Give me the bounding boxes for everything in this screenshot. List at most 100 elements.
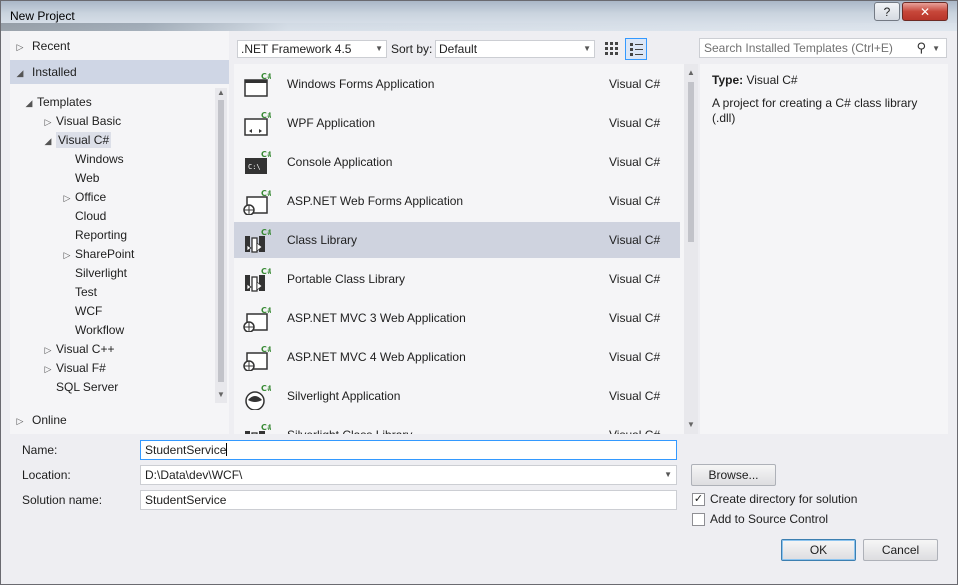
web-icon: C# xyxy=(243,345,274,372)
tree-item[interactable]: Web xyxy=(61,169,99,188)
solution-name-value: StudentService xyxy=(145,493,227,507)
tree-item[interactable]: Cloud xyxy=(61,207,106,226)
class-library-icon: C# xyxy=(243,423,274,434)
tree-item[interactable]: ▷ Visual C++ xyxy=(42,340,115,360)
collapse-arrow-icon[interactable]: ◢ xyxy=(42,132,54,151)
tree-item[interactable]: ▷ Office xyxy=(61,188,107,208)
chevron-down-icon: ▼ xyxy=(375,44,383,53)
tree-scrollbar[interactable]: ▲ ▼ xyxy=(215,88,227,403)
chevron-down-icon[interactable]: ▼ xyxy=(932,40,940,58)
add-source-control-checkbox[interactable] xyxy=(692,513,705,526)
svg-text:C#: C# xyxy=(261,267,271,276)
location-label: Location: xyxy=(22,468,71,482)
tree-item[interactable]: WCF xyxy=(61,302,102,321)
tree-item-label: Windows xyxy=(75,152,124,166)
template-name: Class Library xyxy=(287,233,358,247)
tree-item[interactable]: Reporting xyxy=(61,226,127,245)
expand-arrow-icon[interactable]: ▷ xyxy=(14,409,26,433)
expand-arrow-icon[interactable]: ▷ xyxy=(42,341,54,360)
tree-item[interactable]: ▷ Visual F# xyxy=(42,359,106,378)
tree-item[interactable]: ◢ Visual C# xyxy=(42,131,112,151)
scroll-up-icon[interactable]: ▲ xyxy=(686,68,696,77)
ok-button[interactable]: OK xyxy=(781,539,856,561)
template-language: Visual C# xyxy=(609,272,661,286)
sort-select[interactable]: Default ▼ xyxy=(435,40,595,58)
expand-arrow-icon[interactable]: ▷ xyxy=(61,189,73,208)
project-name-input[interactable]: StudentService xyxy=(140,440,677,460)
tree-item[interactable]: Workflow xyxy=(61,321,124,340)
sort-by-label: Sort by: xyxy=(391,42,433,56)
browse-button[interactable]: Browse... xyxy=(691,464,776,486)
tree-item-label: Visual C++ xyxy=(56,342,115,356)
template-language: Visual C# xyxy=(609,155,661,169)
collapse-arrow-icon[interactable]: ◢ xyxy=(23,94,35,113)
create-directory-checkbox[interactable]: ✓ xyxy=(692,493,705,506)
tree-item-label: Silverlight xyxy=(75,266,128,280)
search-templates-input[interactable]: Search Installed Templates (Ctrl+E) ⚲ ▼ xyxy=(699,38,947,58)
list-view-button[interactable] xyxy=(625,38,647,60)
template-row[interactable]: C# Portable Class Library Visual C# xyxy=(234,261,680,297)
template-row[interactable]: C:\C# Console Application Visual C# xyxy=(234,144,680,180)
tree-scrollbar-thumb[interactable] xyxy=(218,100,224,382)
help-button[interactable]: ? xyxy=(874,2,900,21)
template-row[interactable]: C# ASP.NET MVC 4 Web Application Visual C# xyxy=(234,339,680,375)
tree-item[interactable]: ▷ SharePoint xyxy=(61,245,135,265)
tree-item-label: SQL Server xyxy=(56,380,119,394)
tree-item-label: Workflow xyxy=(75,323,125,337)
search-icon[interactable]: ⚲ xyxy=(916,39,926,57)
tree-item[interactable]: Silverlight xyxy=(61,264,127,283)
template-language: Visual C# xyxy=(609,389,661,403)
tree-item[interactable]: Test xyxy=(61,283,97,302)
template-row[interactable]: C# ASP.NET MVC 3 Web Application Visual C# xyxy=(234,300,680,336)
template-row[interactable]: C# ASP.NET Web Forms Application Visual C# xyxy=(234,183,680,219)
template-row[interactable]: C# WPF Application Visual C# xyxy=(234,105,680,141)
close-button[interactable]: ✕ xyxy=(902,2,948,21)
web-icon: C# xyxy=(243,306,274,333)
tree-item[interactable]: ◢ Templates xyxy=(23,93,92,112)
sidebar-item-recent[interactable]: ▷ Recent xyxy=(10,34,229,58)
scroll-down-icon[interactable]: ▼ xyxy=(686,420,696,429)
svg-text:C#: C# xyxy=(261,189,271,198)
class-library-icon: C# xyxy=(243,228,274,254)
svg-text:C#: C# xyxy=(261,72,271,81)
sidebar-item-online[interactable]: ▷ Online xyxy=(10,408,229,432)
template-row[interactable]: C# Class Library Visual C# xyxy=(234,222,680,258)
collapse-arrow-icon[interactable]: ◢ xyxy=(14,61,26,85)
template-name: Windows Forms Application xyxy=(287,77,435,91)
type-value: Visual C# xyxy=(746,73,798,87)
solution-name-input[interactable]: StudentService xyxy=(140,490,677,510)
sidebar-item-label: Installed xyxy=(32,65,77,79)
expand-arrow-icon[interactable]: ▷ xyxy=(42,360,54,379)
template-language: Visual C# xyxy=(609,233,661,247)
svg-text:C#: C# xyxy=(261,384,271,393)
tree-item[interactable]: ▷ Visual Basic xyxy=(42,112,122,132)
tree-item[interactable]: SQL Server xyxy=(42,378,118,397)
template-details-pane: Type: Visual C# A project for creating a… xyxy=(700,64,948,434)
template-name: ASP.NET MVC 4 Web Application xyxy=(287,350,466,364)
location-combobox[interactable]: D:\Data\dev\WCF\ ▼ xyxy=(140,465,677,485)
template-row[interactable]: C# Silverlight Application Visual C# xyxy=(234,378,680,414)
template-row[interactable]: C# Windows Forms Application Visual C# xyxy=(234,66,680,102)
chevron-down-icon[interactable]: ▼ xyxy=(664,466,672,484)
tree-item-label: Office xyxy=(75,190,107,204)
svg-text:C#: C# xyxy=(261,150,271,159)
framework-select[interactable]: .NET Framework 4.5 ▼ xyxy=(237,40,387,58)
expand-arrow-icon[interactable]: ▷ xyxy=(42,113,54,132)
template-name: Portable Class Library xyxy=(287,272,406,286)
tree-item-label: Visual Basic xyxy=(56,114,122,128)
sidebar-item-installed[interactable]: ◢ Installed xyxy=(10,60,229,84)
scroll-down-icon[interactable]: ▼ xyxy=(216,390,226,399)
tree-item[interactable]: Windows xyxy=(61,150,124,169)
create-directory-label[interactable]: Create directory for solution xyxy=(710,492,857,506)
tree-item-label: Cloud xyxy=(75,209,107,223)
template-list-scrollbar[interactable]: ▲ ▼ xyxy=(684,64,698,434)
template-row[interactable]: C# Silverlight Class Library Visual C# xyxy=(234,417,680,434)
scroll-up-icon[interactable]: ▲ xyxy=(216,88,226,97)
medium-icons-view-button[interactable] xyxy=(601,38,623,60)
framework-select-value: .NET Framework 4.5 xyxy=(241,42,352,56)
expand-arrow-icon[interactable]: ▷ xyxy=(61,246,73,265)
template-list-scrollbar-thumb[interactable] xyxy=(688,82,694,242)
expand-arrow-icon[interactable]: ▷ xyxy=(14,35,26,59)
add-source-control-label[interactable]: Add to Source Control xyxy=(710,512,828,526)
cancel-button[interactable]: Cancel xyxy=(863,539,938,561)
